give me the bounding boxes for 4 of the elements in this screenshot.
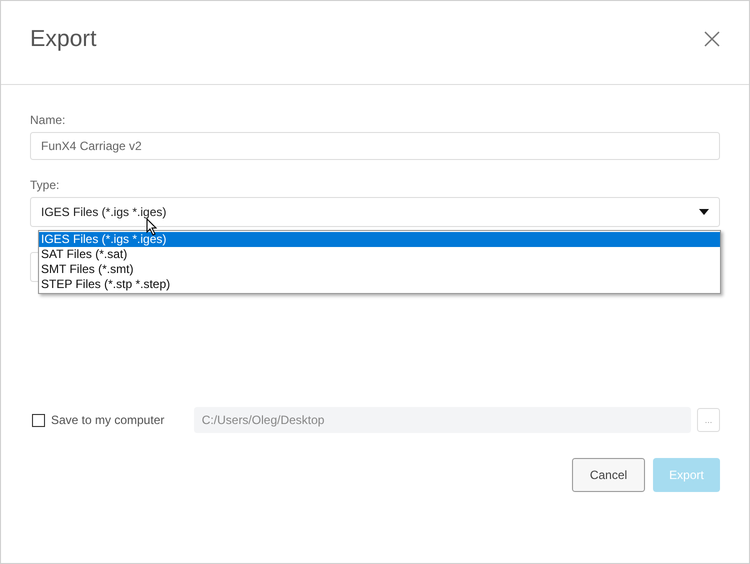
dialog-title: Export (30, 25, 96, 52)
name-label: Name: (30, 113, 66, 127)
checkbox-label: Save to my computer (50, 413, 166, 427)
type-label: Type: (30, 178, 60, 192)
